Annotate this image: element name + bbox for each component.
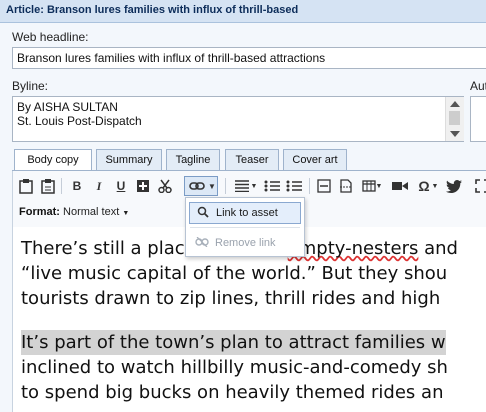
paste-text-icon[interactable] — [38, 176, 58, 196]
menu-divider — [190, 227, 300, 228]
headline-input[interactable]: Branson lures families with influx of th… — [12, 47, 486, 69]
body-line[interactable]: “live music capital of the world.” But t… — [21, 261, 447, 286]
fullscreen-icon[interactable] — [472, 176, 486, 196]
toolbar-separator — [61, 178, 62, 194]
underline-button[interactable]: U — [111, 176, 131, 196]
byline-label: Byline: — [12, 79, 49, 93]
body-line[interactable]: to spend big bucks on heavily themed rid… — [21, 380, 443, 405]
tab-cover-art[interactable]: Cover art — [283, 149, 347, 170]
paste-icon[interactable] — [16, 176, 36, 196]
format-label: Format: — [19, 206, 60, 218]
scroll-up-icon[interactable] — [450, 101, 460, 107]
link-dropdown-button[interactable]: ▼ — [184, 176, 218, 196]
window-titlebar: Article: Branson lures families with inf… — [0, 0, 486, 23]
chevron-down-icon: ▼ — [122, 210, 130, 217]
insert-special-icon[interactable] — [133, 176, 153, 196]
search-icon — [190, 206, 216, 221]
italic-button[interactable]: I — [89, 176, 109, 196]
toolbar-separator — [225, 178, 226, 194]
byline-input[interactable]: By AISHA SULTAN St. Louis Post-Dispatch — [12, 96, 464, 142]
scroll-down-icon[interactable] — [450, 131, 460, 137]
chevron-down-icon[interactable]: ▼ — [249, 176, 259, 196]
link-dropdown-menu: Link to asset Remove link — [185, 197, 305, 257]
body-line-selected[interactable]: It’s part of the town’s plan to attract … — [21, 330, 446, 355]
tab-teaser[interactable]: Teaser — [225, 149, 279, 170]
bold-button[interactable]: B — [67, 176, 87, 196]
numbered-list-icon[interactable] — [262, 176, 282, 196]
tab-body-copy[interactable]: Body copy — [14, 149, 92, 171]
cut-icon[interactable] — [155, 176, 175, 196]
format-value: Normal text — [63, 206, 120, 218]
video-icon[interactable] — [390, 176, 410, 196]
byline-scrollbar[interactable] — [445, 97, 464, 141]
link-icon — [189, 182, 205, 190]
remove-link-label: Remove link — [215, 237, 276, 249]
body-line[interactable]: inclined to watch hillbilly music-and-co… — [21, 355, 448, 380]
chevron-down-icon: ▼ — [208, 181, 216, 191]
link-to-asset-item[interactable]: Link to asset — [189, 202, 301, 224]
tab-tagline[interactable]: Tagline — [166, 149, 220, 170]
unlink-icon — [189, 236, 215, 250]
horizontal-rule-icon[interactable] — [314, 176, 334, 196]
body-line[interactable]: tourists drawn to zip lines, thrill ride… — [21, 286, 440, 311]
page-break-icon[interactable] — [336, 176, 356, 196]
chevron-down-icon[interactable]: ▼ — [374, 176, 384, 196]
headline-label: Web headline: — [12, 30, 89, 44]
author-input[interactable] — [470, 96, 486, 142]
chevron-down-icon[interactable]: ▼ — [430, 176, 440, 196]
window-title: Article: Branson lures families with inf… — [6, 4, 299, 16]
author-label: Aut — [470, 79, 486, 93]
byline-line-1: By AISHA SULTAN — [17, 100, 118, 114]
toolbar-separator — [309, 178, 310, 194]
format-dropdown[interactable]: Format: Normal text ▼ — [19, 206, 129, 218]
twitter-icon[interactable] — [444, 176, 464, 196]
scroll-thumb[interactable] — [449, 111, 460, 125]
bullet-list-icon[interactable] — [284, 176, 304, 196]
link-to-asset-label: Link to asset — [216, 207, 278, 219]
remove-link-item[interactable]: Remove link — [189, 232, 301, 254]
byline-line-2: St. Louis Post-Dispatch — [17, 114, 142, 128]
tab-summary[interactable]: Summary — [96, 149, 162, 170]
